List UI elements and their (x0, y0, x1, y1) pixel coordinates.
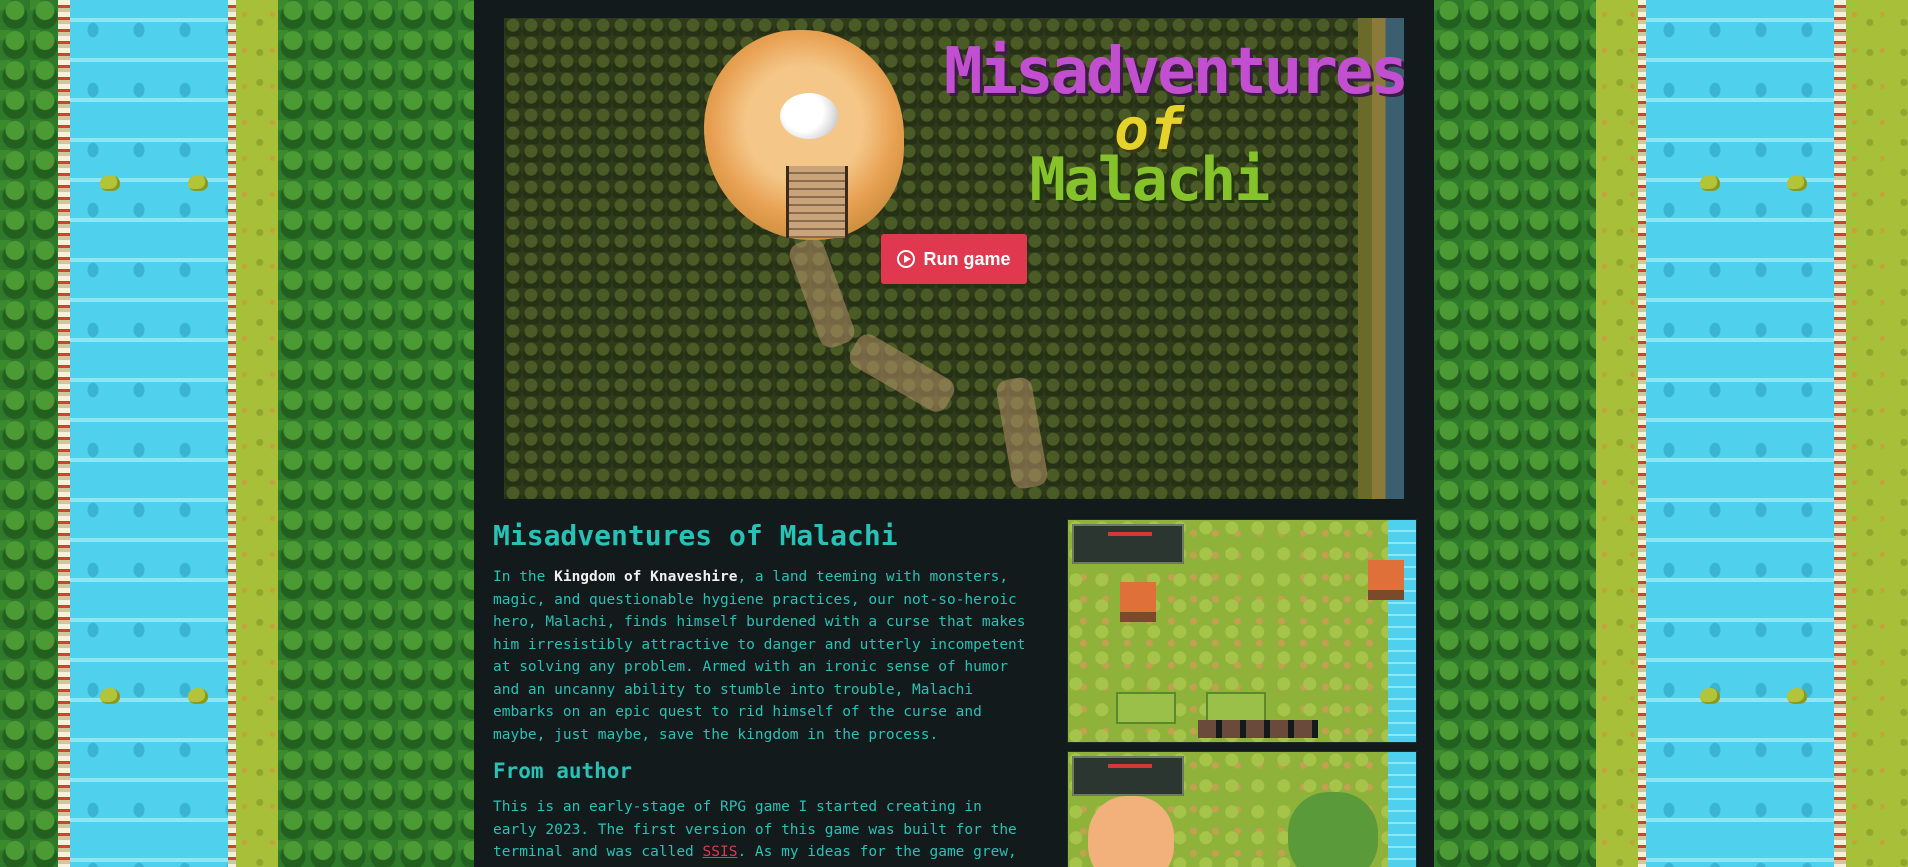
para1-text-start: In the (493, 569, 555, 585)
play-circle-icon (897, 250, 916, 268)
para1-text-end: , a land teeming with monsters, magic, a… (493, 569, 1026, 743)
bridge-sprite (786, 166, 848, 238)
background-grass-far-right (1846, 0, 1908, 867)
game-page-panel: Misadventures of Malachi Misadventures o… (474, 0, 1434, 867)
lily-pad (1787, 175, 1807, 191)
hud-stats-panel (1072, 756, 1184, 796)
lily-pad (1700, 175, 1720, 191)
background-shore (1834, 0, 1846, 867)
lily-pad (188, 688, 208, 704)
character-portrait-girl (1088, 796, 1174, 867)
map-path (994, 375, 1050, 491)
screenshot-field (1116, 692, 1176, 724)
background-forest-right (1434, 0, 1596, 867)
game-description: Misadventures of Malachi In the Kingdom … (493, 516, 1033, 867)
character-portrait-ninja (1288, 792, 1378, 867)
lily-pad (188, 175, 208, 191)
game-logo: Misadventures of Malachi (944, 40, 1404, 215)
health-bar (1108, 532, 1152, 536)
background-shore (58, 0, 70, 867)
background-shore (228, 0, 236, 867)
map-path (786, 235, 858, 351)
background-forest-left (278, 0, 474, 867)
screenshot-house (1120, 582, 1156, 622)
screenshot-1[interactable] (1067, 519, 1417, 743)
background-forest-left-edge (0, 0, 58, 867)
screenshot-2[interactable] (1067, 751, 1417, 867)
screenshot-water (1388, 752, 1416, 867)
lily-pad (100, 688, 120, 704)
sheep-sprite (780, 93, 838, 139)
background-shore (1638, 0, 1646, 867)
screenshot-house (1368, 560, 1404, 600)
logo-line-malachi: Malachi (1029, 145, 1271, 215)
background-grass-right (1596, 0, 1638, 867)
run-game-label: Run game (923, 248, 1011, 269)
background-grass-left (236, 0, 278, 867)
ssis-link[interactable]: SSIS (703, 844, 738, 860)
health-bar (1108, 764, 1152, 768)
map-path (845, 329, 959, 417)
from-author-heading: From author (493, 759, 633, 783)
run-game-button[interactable]: Run game (881, 234, 1027, 284)
lily-pad (1700, 688, 1720, 704)
game-title: Misadventures of Malachi (493, 519, 898, 552)
lily-pad (1787, 688, 1807, 704)
screenshot-toolbar (1198, 720, 1318, 738)
lily-pad (100, 175, 120, 191)
screenshot-water (1388, 520, 1416, 742)
author-paragraph: This is an early-stage of RPG game I sta… (493, 796, 1033, 867)
background-river-left (70, 0, 228, 867)
hud-stats-panel (1072, 524, 1184, 564)
kingdom-name: Kingdom of Knaveshire (554, 569, 738, 585)
description-paragraph: In the Kingdom of Knaveshire, a land tee… (493, 566, 1033, 746)
background-river-right (1646, 0, 1834, 867)
